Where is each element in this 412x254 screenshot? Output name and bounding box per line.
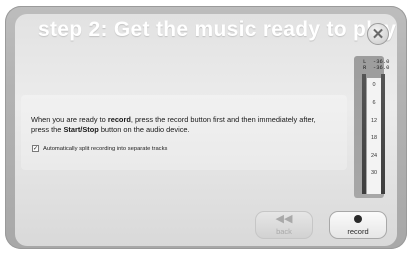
page-title: step 2: Get the music ready to play xyxy=(38,18,397,41)
meter-tick: 18 xyxy=(370,135,378,141)
meter-tick: 30 xyxy=(370,170,378,176)
meter-readout: L -36.0 R -36.0 xyxy=(363,58,390,71)
meter-tick: 0 xyxy=(372,82,376,88)
close-icon: ✕ xyxy=(371,25,385,43)
split-tracks-checkbox[interactable]: ✓ xyxy=(32,145,39,152)
meter-bar-right xyxy=(381,74,385,194)
instructions-text: When you are ready to record, press the … xyxy=(31,115,331,135)
record-button-label: record xyxy=(347,226,369,236)
close-button[interactable]: ✕ xyxy=(367,23,389,45)
back-button[interactable]: ◀◀ back xyxy=(255,211,313,239)
rewind-icon: ◀◀ xyxy=(275,213,293,225)
instructions-part1: When you are ready to xyxy=(31,115,108,124)
checkmark-icon: ✓ xyxy=(32,145,39,152)
instructions-record-word: record xyxy=(107,115,131,124)
meter-bar-left xyxy=(362,74,366,194)
instructions-part3: button on the audio device. xyxy=(98,125,190,134)
split-tracks-label: Automatically split recording into separ… xyxy=(43,145,168,152)
meter-tick: 6 xyxy=(372,100,376,106)
record-icon xyxy=(354,214,362,223)
instructions-startstop-word: Start/Stop xyxy=(63,125,99,134)
split-tracks-option[interactable]: ✓ Automatically split recording into sep… xyxy=(32,145,167,152)
meter-tick: 24 xyxy=(370,153,378,159)
back-button-label: back xyxy=(276,227,292,236)
record-button[interactable]: record xyxy=(329,211,387,239)
meter-tick: 12 xyxy=(370,118,378,124)
